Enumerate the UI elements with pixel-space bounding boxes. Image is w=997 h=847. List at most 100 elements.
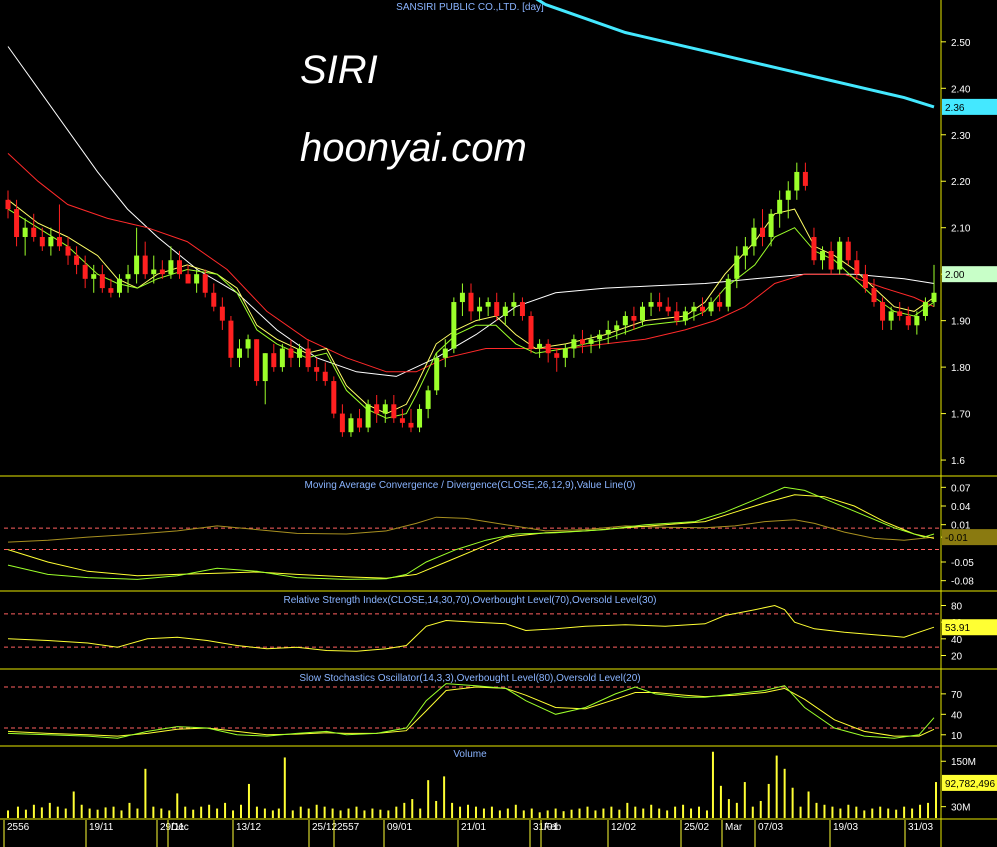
candle-body <box>56 237 62 247</box>
candle-body <box>665 306 671 312</box>
candle-body <box>305 348 311 368</box>
axis-tick-label: 1.90 <box>951 317 971 328</box>
candle-body <box>374 404 380 414</box>
candle-body <box>108 288 114 293</box>
candle-body <box>511 302 517 307</box>
candle-body <box>185 274 191 284</box>
candle-body <box>297 348 303 358</box>
rsi-value-badge: 53.91 <box>945 623 970 634</box>
candle-body <box>237 348 242 358</box>
axis-tick-label: 40 <box>951 710 963 721</box>
candle-body <box>74 255 80 265</box>
candle-body <box>228 320 234 358</box>
candle-body <box>760 227 766 237</box>
stoch-panel-title: Slow Stochastics Oscillator(14,3,3),Over… <box>299 673 640 684</box>
candle-body <box>631 316 637 321</box>
axis-tick-label: 2.50 <box>951 38 971 49</box>
candle-body <box>768 213 774 237</box>
candle-body <box>571 339 577 349</box>
x-tick-label: Feb <box>544 822 562 833</box>
candle-body <box>219 306 225 321</box>
candle-body <box>391 404 397 419</box>
candle-body <box>125 274 131 279</box>
candle-body <box>442 348 448 358</box>
candle-body <box>648 302 654 307</box>
axis-tick-label: 2.30 <box>951 131 971 142</box>
candle-body <box>862 274 868 289</box>
candle-body <box>682 311 688 321</box>
candle-body <box>451 302 457 349</box>
candle-body <box>880 302 886 321</box>
x-tick-label: 09/01 <box>387 822 412 833</box>
candle-body <box>434 357 440 391</box>
x-tick-label: 19/11 <box>89 822 114 833</box>
candle-body <box>597 334 603 340</box>
candle-body <box>279 348 285 368</box>
candle-body <box>459 292 465 303</box>
candle-body <box>639 306 645 321</box>
candle-body <box>408 422 414 428</box>
candle-body <box>382 404 388 414</box>
x-tick-label: 2556 <box>7 822 30 833</box>
price-panel-title: SANSIRI PUBLIC CO.,LTD. [day] <box>396 2 544 13</box>
candle-body <box>116 278 122 293</box>
candle-body <box>176 260 182 275</box>
candle-body <box>399 418 405 423</box>
candle-body <box>348 418 354 433</box>
candle-body <box>82 264 88 279</box>
axis-tick-label: -0.05 <box>951 558 974 569</box>
axis-tick-label: 1.80 <box>951 363 971 374</box>
candle-body <box>99 274 105 289</box>
candle-body <box>151 269 157 275</box>
candle-body <box>837 241 843 270</box>
candle-body <box>254 339 260 382</box>
candle-body <box>502 306 508 316</box>
axis-tick-label: 30M <box>951 803 970 814</box>
candle-body <box>322 371 328 382</box>
candle-body <box>48 237 54 247</box>
x-tick-label: 21/01 <box>461 822 486 833</box>
candle-body <box>339 413 345 433</box>
axis-tick-label: 40 <box>951 635 963 646</box>
candle-body <box>888 311 894 321</box>
axis-tick-label: 10 <box>951 731 963 742</box>
candle-body <box>528 316 534 349</box>
x-tick-label: 13/12 <box>236 822 261 833</box>
candle-body <box>288 348 294 358</box>
candle-body <box>31 227 37 237</box>
x-tick-label: 12/02 <box>611 822 636 833</box>
axis-tick-label: -0.08 <box>951 577 974 588</box>
candle-body <box>922 302 928 316</box>
candle-body <box>245 339 251 349</box>
candle-body <box>519 302 525 316</box>
candle-body <box>262 353 268 382</box>
candle-body <box>854 260 860 275</box>
x-tick-label: 2557 <box>337 822 360 833</box>
site-watermark: hoonyai.com <box>300 126 527 170</box>
x-tick-label: 31/03 <box>908 822 933 833</box>
candle-body <box>22 227 28 237</box>
candle-body <box>871 288 877 303</box>
candle-body <box>14 209 20 237</box>
candle-body <box>142 255 148 275</box>
candle-body <box>802 171 808 186</box>
candle-body <box>674 311 680 321</box>
candle-body <box>605 329 611 335</box>
axis-tick-label: 0.04 <box>951 502 971 513</box>
candle-body <box>708 302 714 312</box>
candle-body <box>357 418 363 428</box>
candle-body <box>777 199 783 214</box>
candle-body <box>579 339 585 344</box>
x-tick-label: 07/03 <box>758 822 783 833</box>
candle-body <box>39 237 45 247</box>
axis-tick-label: 150M <box>951 757 976 768</box>
candle-body <box>811 237 817 261</box>
candle-body <box>828 250 834 270</box>
candle-body <box>168 260 174 275</box>
candle-body <box>931 292 937 303</box>
candle-body <box>485 302 491 307</box>
axis-tick-label: 20 <box>951 652 963 663</box>
candle-body <box>905 316 911 326</box>
candle-body <box>477 306 483 312</box>
volume-panel-title: Volume <box>453 749 487 760</box>
